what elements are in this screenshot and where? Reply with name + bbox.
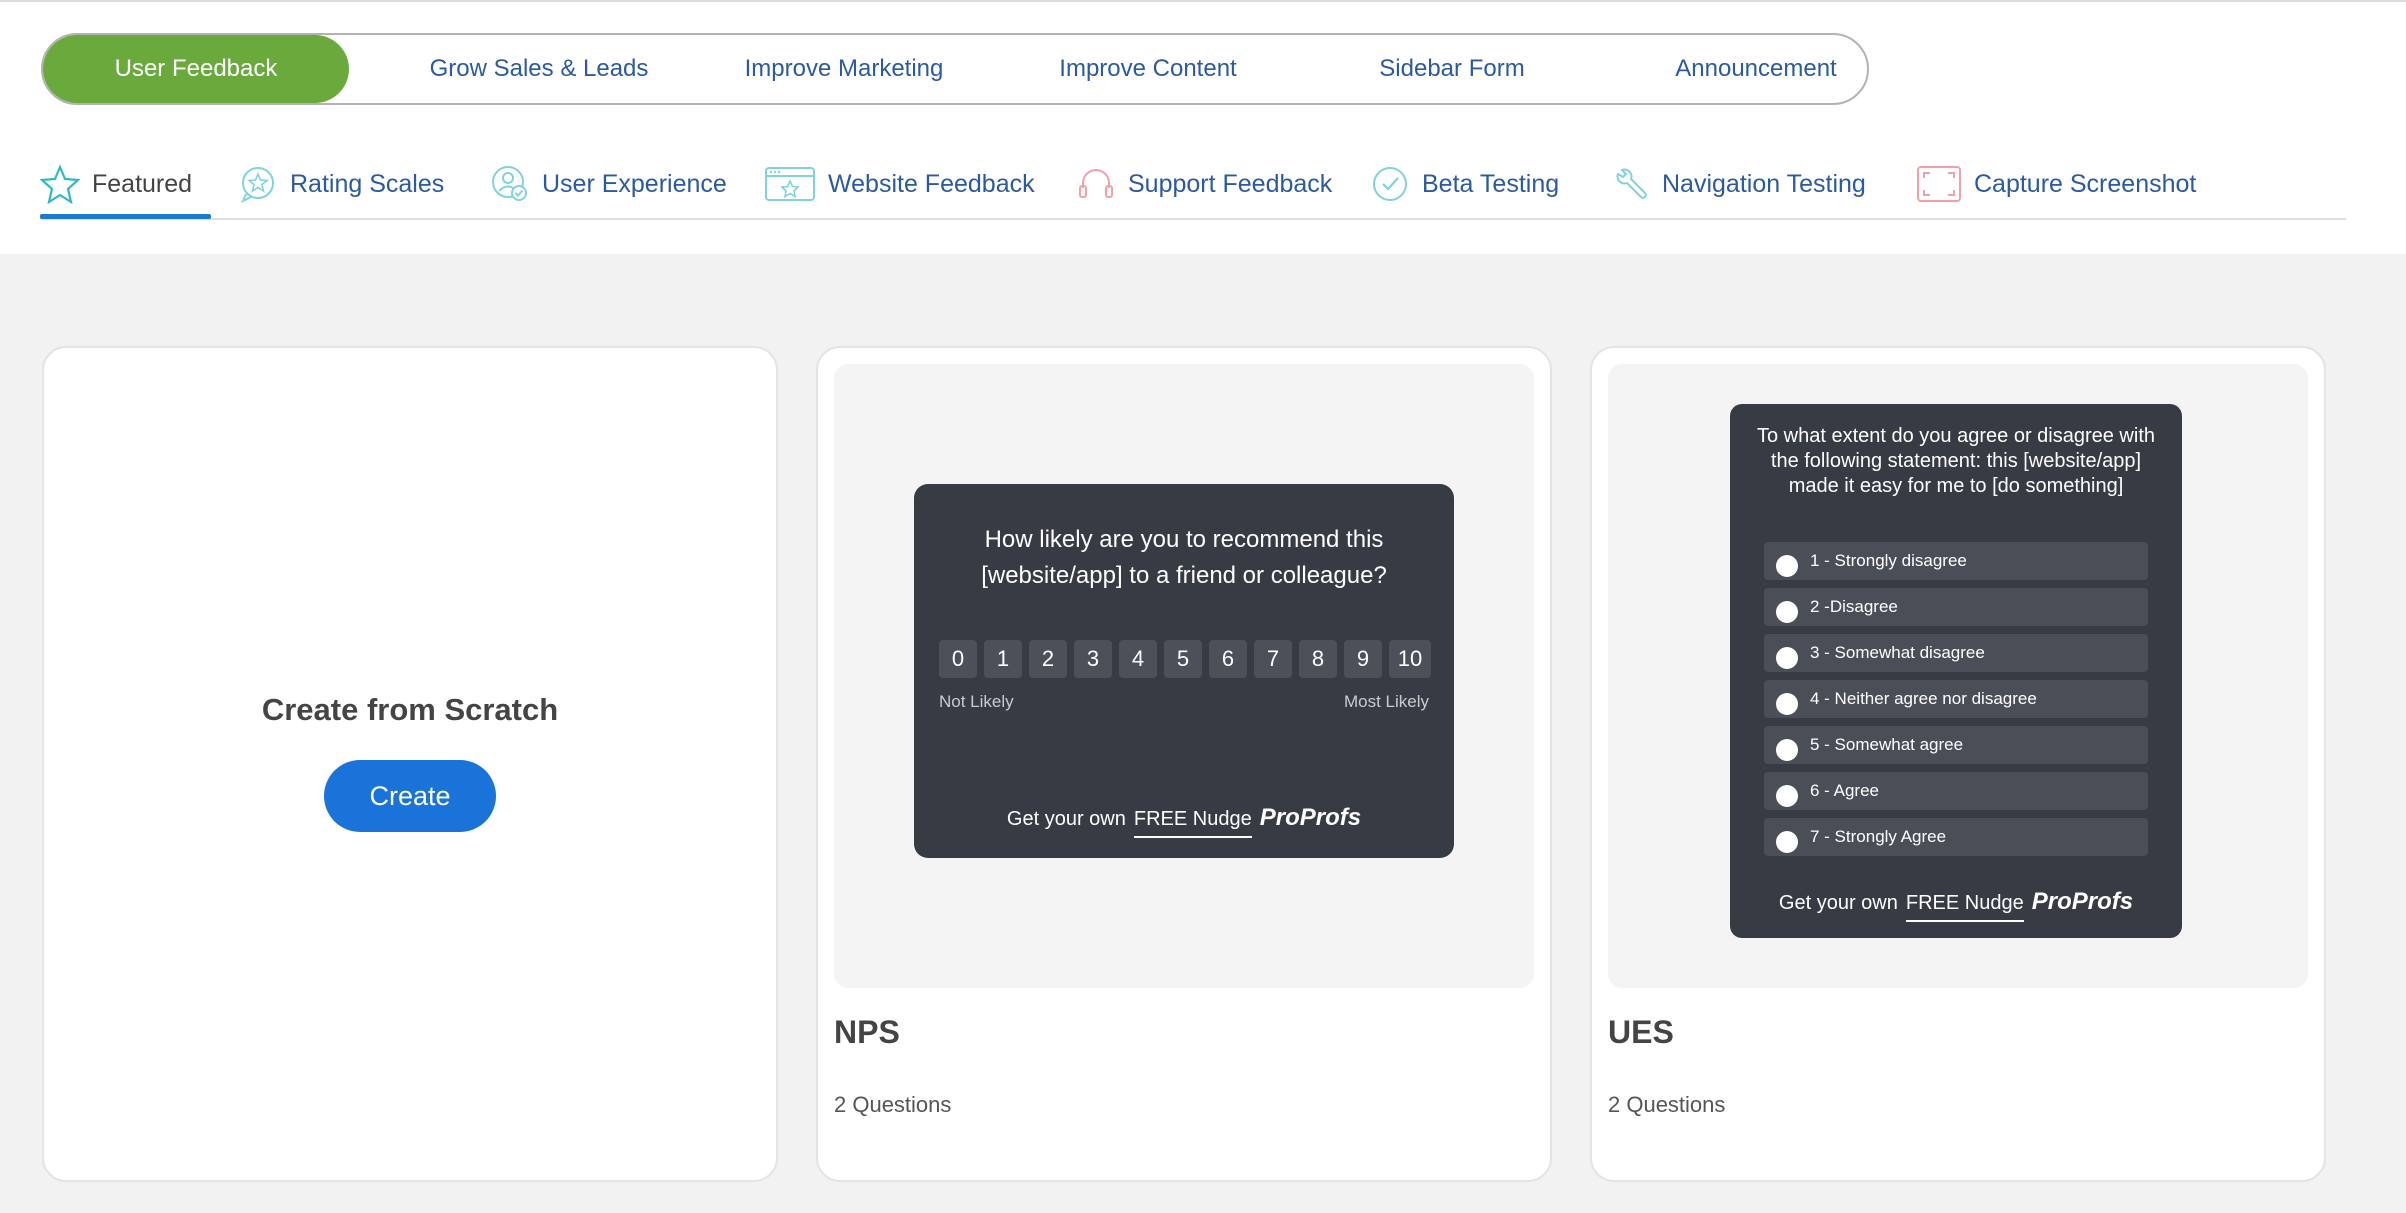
tab-capture-screenshot-label: Capture Screenshot [1974,169,2197,198]
tab-beta-testing[interactable]: Beta Testing [1370,150,1559,218]
star-icon [40,164,80,204]
top-navigation: User Feedback Grow Sales & Leads Improve… [0,0,2406,254]
screenshot-frame-icon [1917,166,1961,202]
tab-navigation-testing-label: Navigation Testing [1662,169,1866,198]
category-sidebar-form[interactable]: Sidebar Form [1299,35,1605,103]
proprofs-logo: ProProfs [2031,888,2134,915]
category-improve-marketing[interactable]: Improve Marketing [691,35,997,103]
wrench-icon [1616,168,1647,199]
footer-prefix: Get your own [1778,892,1898,914]
tab-support-feedback-label: Support Feedback [1128,169,1333,198]
free-nudge-link[interactable]: FREE Nudge [1133,808,1252,838]
ues-option-3[interactable]: 3 - Somewhat disagree [1764,634,2148,672]
nps-score-5[interactable]: 5 [1164,640,1202,678]
nps-score-1[interactable]: 1 [984,640,1022,678]
browser-star-icon [765,167,815,201]
ues-option-7[interactable]: 7 - Strongly Agree [1764,818,2148,856]
headset-icon [1079,169,1113,198]
nps-question-count: 2 Questions [834,1092,952,1117]
free-nudge-link[interactable]: FREE Nudge [1905,892,2024,922]
ues-option-label: 1 - Strongly disagree [1810,551,1967,570]
radio-button[interactable] [1776,831,1798,853]
category-switcher: User Feedback Grow Sales & Leads Improve… [41,33,1869,105]
ues-option-label: 5 - Somewhat agree [1810,735,1964,754]
tab-featured[interactable]: Featured [40,150,192,218]
active-tab-underline [40,214,211,219]
tab-support-feedback[interactable]: Support Feedback [1076,150,1332,218]
tab-user-experience-label: User Experience [542,169,727,198]
rating-bubble-icon [241,167,274,204]
user-check-icon [492,166,527,201]
tab-rating-scales[interactable]: Rating Scales [238,150,444,218]
tab-featured-label: Featured [92,169,193,198]
radio-button[interactable] [1776,647,1798,669]
nps-preview: How likely are you to recommend this [we… [834,364,1534,988]
radio-button[interactable] [1776,555,1798,577]
radio-button[interactable] [1776,601,1798,623]
nps-template-card[interactable]: How likely are you to recommend this [we… [816,346,1552,1182]
category-grow-sales-leads[interactable]: Grow Sales & Leads [369,35,709,103]
nps-scale: 0 1 2 3 4 5 6 7 8 9 10 [939,640,1431,678]
tab-beta-testing-label: Beta Testing [1422,169,1560,198]
ues-option-1[interactable]: 1 - Strongly disagree [1764,542,2148,580]
check-circle-icon [1373,167,1407,201]
ues-option-label: 4 - Neither agree nor disagree [1810,689,2037,708]
category-improve-content[interactable]: Improve Content [995,35,1301,103]
ues-option-4[interactable]: 4 - Neither agree nor disagree [1764,680,2148,718]
proprofs-logo: ProProfs [1259,804,1362,831]
tab-capture-screenshot[interactable]: Capture Screenshot [1916,150,2196,218]
nps-score-9[interactable]: 9 [1344,640,1382,678]
tab-rating-scales-label: Rating Scales [290,169,445,198]
category-user-feedback[interactable]: User Feedback [43,35,349,103]
radio-button[interactable] [1776,693,1798,715]
nps-widget: How likely are you to recommend this [we… [914,484,1454,858]
nps-low-label: Not Likely [939,692,1014,711]
nps-score-0[interactable]: 0 [939,640,977,678]
nps-score-8[interactable]: 8 [1299,640,1337,678]
ues-option-label: 2 -Disagree [1810,597,1898,616]
category-announcement[interactable]: Announcement [1603,35,1909,103]
nps-score-2[interactable]: 2 [1029,640,1067,678]
footer-prefix: Get your own [1006,808,1126,830]
nps-branding-footer: Get your own FREE Nudge ProProfs [914,804,1454,838]
ues-question-count: 2 Questions [1608,1092,1726,1117]
nps-score-3[interactable]: 3 [1074,640,1112,678]
create-button[interactable]: Create [324,760,496,832]
nps-question: How likely are you to recommend this [we… [981,526,1387,589]
ues-question: To what extent do you agree or disagree … [1756,425,2156,497]
tab-navigation-testing[interactable]: Navigation Testing [1610,150,1866,218]
ues-preview: To what extent do you agree or disagree … [1608,364,2308,988]
ues-branding-footer: Get your own FREE Nudge ProProfs [1730,888,2182,922]
nps-score-6[interactable]: 6 [1209,640,1247,678]
ues-option-6[interactable]: 6 - Agree [1764,772,2148,810]
nps-score-4[interactable]: 4 [1119,640,1157,678]
ues-option-label: 6 - Agree [1810,781,1879,800]
nps-high-label: Most Likely [1343,692,1429,711]
tab-user-experience[interactable]: User Experience [490,150,727,218]
tab-website-feedback[interactable]: Website Feedback [764,150,1035,218]
ues-card-title: UES [1608,1014,1674,1050]
nps-score-10[interactable]: 10 [1389,640,1431,678]
ues-option-label: 3 - Somewhat disagree [1810,643,1985,662]
scratch-title: Create from Scratch [261,692,559,727]
create-from-scratch-card[interactable]: Create from Scratch Create [42,346,778,1182]
template-subtabs: Featured Rating Scales User Experience W… [40,150,2346,220]
ues-template-card[interactable]: To what extent do you agree or disagree … [1590,346,2326,1182]
tab-website-feedback-label: Website Feedback [828,169,1035,198]
ues-option-2[interactable]: 2 -Disagree [1764,588,2148,626]
nps-score-7[interactable]: 7 [1254,640,1292,678]
radio-button[interactable] [1776,739,1798,761]
ues-option-5[interactable]: 5 - Somewhat agree [1764,726,2148,764]
radio-button[interactable] [1776,785,1798,807]
nps-card-title: NPS [834,1014,900,1050]
ues-widget: To what extent do you agree or disagree … [1730,404,2182,938]
ues-option-label: 7 - Strongly Agree [1810,827,1947,846]
